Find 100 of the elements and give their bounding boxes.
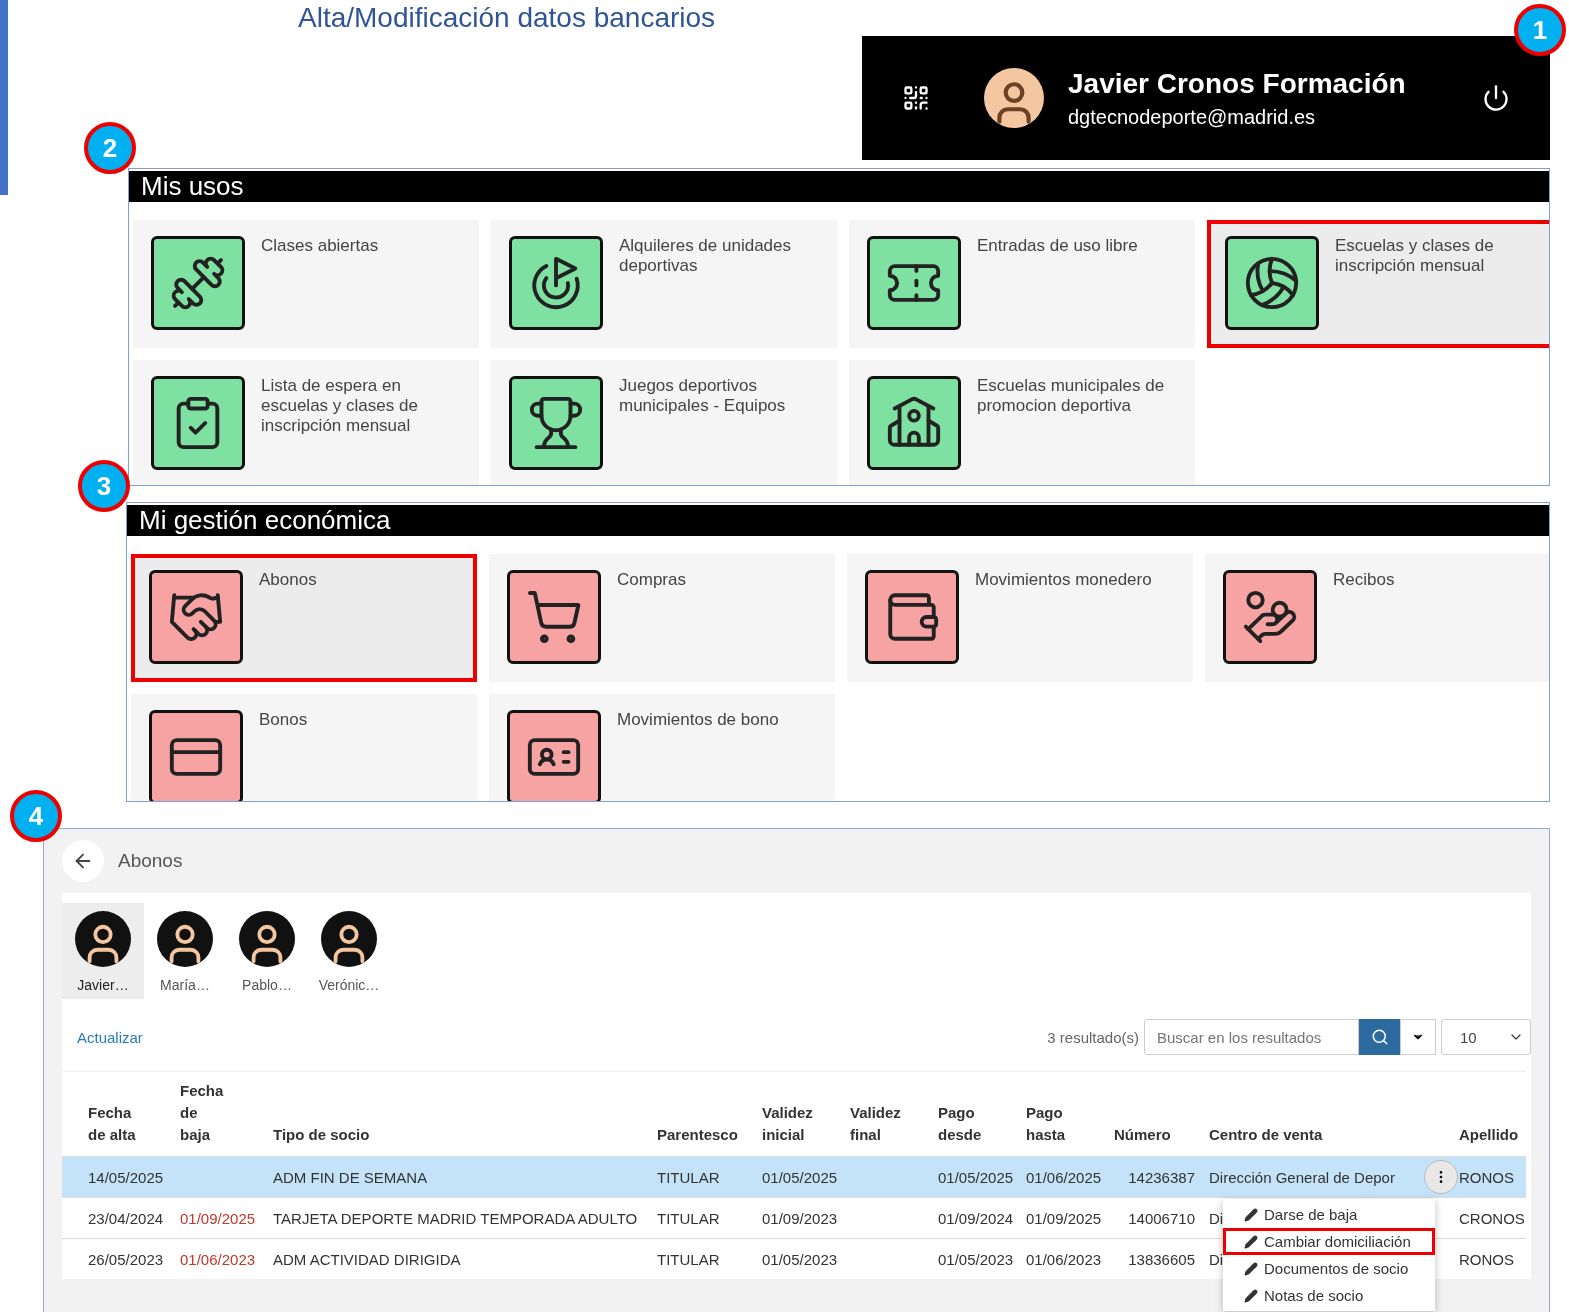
id-card-icon bbox=[507, 710, 601, 801]
section-title: Mis usos bbox=[129, 171, 1549, 202]
tile-label: Movimientos de bono bbox=[617, 710, 779, 731]
menu-tile[interactable]: Bonos bbox=[131, 694, 477, 801]
search-button[interactable] bbox=[1359, 1019, 1400, 1055]
avatar-icon bbox=[239, 911, 295, 967]
pencil-icon bbox=[1244, 1288, 1258, 1303]
table-cell: Di bbox=[1209, 1250, 1224, 1268]
coin-hand-icon bbox=[1223, 570, 1317, 664]
tile-label: Compras bbox=[617, 570, 686, 591]
wallet-icon bbox=[865, 570, 959, 664]
page-title: Alta/Modificación datos bancarios bbox=[298, 2, 716, 35]
qr-code-icon[interactable] bbox=[902, 84, 930, 112]
pencil-icon bbox=[1244, 1207, 1258, 1222]
menu-tile[interactable]: Clases abiertas bbox=[133, 220, 479, 348]
table-cell: 01/05/2025 bbox=[938, 1168, 1014, 1186]
ticket-icon bbox=[867, 236, 961, 330]
goal-icon bbox=[509, 236, 603, 330]
column-header: Número bbox=[1114, 1125, 1171, 1145]
user-name: Javier Cronos Formación bbox=[1068, 67, 1406, 100]
table-cell: 14236387 bbox=[1128, 1168, 1195, 1186]
avatar-icon bbox=[75, 911, 131, 967]
menu-tile[interactable]: Juegos deportivos municipales - Equipos bbox=[491, 360, 837, 485]
column-header: Centro de venta bbox=[1209, 1125, 1323, 1145]
clipboard-icon bbox=[151, 376, 245, 470]
search-field[interactable]: Buscar en los resultados bbox=[1144, 1019, 1359, 1055]
column-header: Fecha de alta bbox=[88, 1103, 137, 1145]
refresh-link[interactable]: Actualizar bbox=[77, 1028, 143, 1046]
tile-label: Alquileres de unidades deportivas bbox=[619, 236, 792, 277]
dumbbell-icon bbox=[151, 236, 245, 330]
menu-tile[interactable]: Compras bbox=[489, 554, 835, 682]
column-header: Pago desde bbox=[938, 1103, 983, 1145]
column-header: Pago hasta bbox=[1026, 1103, 1067, 1145]
avatar-icon bbox=[321, 911, 377, 967]
table-cell: 01/09/2023 bbox=[762, 1209, 838, 1227]
table-cell: ADM ACTIVIDAD DIRIGIDA bbox=[273, 1250, 461, 1268]
column-header: Validez inicial bbox=[762, 1103, 814, 1145]
menu-tile[interactable]: Alquileres de unidades deportivas bbox=[491, 220, 837, 348]
table-cell: 01/06/2025 bbox=[1026, 1168, 1102, 1186]
table-cell: TITULAR bbox=[657, 1250, 720, 1268]
column-header: Apellido bbox=[1459, 1125, 1519, 1145]
menu-item[interactable]: Darse de baja bbox=[1223, 1201, 1435, 1228]
member-tab[interactable]: Javier… bbox=[62, 903, 144, 999]
menu-item[interactable]: Cambiar domiciliación bbox=[1223, 1228, 1435, 1255]
tile-label: Entradas de uso libre bbox=[977, 236, 1138, 257]
power-icon[interactable] bbox=[1482, 84, 1510, 112]
table-cell: Dirección General de Depor bbox=[1209, 1168, 1395, 1186]
tile-label: Escuelas y clases de inscripción mensual bbox=[1335, 236, 1495, 277]
school-icon bbox=[867, 376, 961, 470]
trophy-icon bbox=[509, 376, 603, 470]
avatar-icon bbox=[157, 911, 213, 967]
menu-tile[interactable]: Movimientos de bono bbox=[489, 694, 835, 801]
table-cell: 13836605 bbox=[1128, 1250, 1195, 1268]
pencil-icon bbox=[1244, 1261, 1258, 1276]
menu-item[interactable]: Documentos de socio bbox=[1223, 1255, 1435, 1282]
table-cell: CRONOS bbox=[1459, 1209, 1525, 1227]
tile-label: Clases abiertas bbox=[261, 236, 379, 257]
table-cell: Di bbox=[1209, 1209, 1224, 1227]
table-cell: TITULAR bbox=[657, 1209, 720, 1227]
menu-item[interactable]: Notas de socio bbox=[1223, 1282, 1435, 1309]
menu-tile[interactable]: Lista de espera en escuelas y clases de inscripción mensual bbox=[133, 360, 479, 485]
tile-label: Recibos bbox=[1333, 570, 1395, 591]
table-cell: 01/06/2023 bbox=[1026, 1250, 1102, 1268]
table-cell: 01/05/2023 bbox=[762, 1250, 838, 1268]
back-button[interactable] bbox=[62, 840, 104, 882]
member-tab[interactable]: María… bbox=[144, 903, 226, 999]
table-cell: 01/06/2023 bbox=[180, 1250, 256, 1268]
table-cell: 26/05/2023 bbox=[88, 1250, 164, 1268]
pencil-icon bbox=[1244, 1234, 1258, 1249]
page-size-select[interactable]: 10 bbox=[1441, 1019, 1531, 1055]
menu-tile[interactable]: Movimientos monedero bbox=[847, 554, 1193, 682]
table-cell: 14/05/2025 bbox=[88, 1168, 164, 1186]
table-cell: TARJETA DEPORTE MADRID TEMPORADA ADULTO bbox=[273, 1209, 638, 1227]
tile-label: Juegos deportivos municipales - Equipos bbox=[619, 376, 787, 417]
results-count: 3 resultado(s) bbox=[1047, 1028, 1139, 1046]
section-title: Mi gestión económica bbox=[127, 505, 1549, 536]
menu-tile[interactable]: Escuelas y clases de inscripción mensual bbox=[1207, 220, 1549, 348]
column-header: Parentesco bbox=[657, 1125, 738, 1145]
menu-tile[interactable]: Escuelas municipales de promocion deportiva bbox=[849, 360, 1195, 485]
card-icon bbox=[149, 710, 243, 801]
member-tab[interactable]: Pablo… bbox=[226, 903, 308, 999]
menu-tile[interactable]: Abonos bbox=[131, 554, 477, 682]
step-badge: 4 bbox=[10, 790, 62, 842]
tile-label: Escuelas municipales de promocion deportiva bbox=[977, 376, 1166, 417]
member-tab[interactable]: Verónic… bbox=[308, 903, 390, 999]
table-cell: 01/09/2025 bbox=[1026, 1209, 1102, 1227]
column-header: Fecha de baja bbox=[180, 1081, 225, 1145]
table-cell: 01/09/2024 bbox=[938, 1209, 1014, 1227]
table-cell: ADM FIN DE SEMANA bbox=[273, 1168, 428, 1186]
menu-tile[interactable]: Entradas de uso libre bbox=[849, 220, 1195, 348]
menu-tile[interactable]: Recibos bbox=[1205, 554, 1549, 682]
panel-title: Abonos bbox=[118, 850, 183, 872]
step-badge: 1 bbox=[1514, 4, 1566, 56]
table-cell: 14006710 bbox=[1128, 1209, 1195, 1227]
user-email: dgtecnodeporte@madrid.es bbox=[1068, 105, 1317, 129]
table-cell: 01/05/2025 bbox=[762, 1168, 838, 1186]
avatar-icon bbox=[984, 68, 1044, 128]
cart-icon bbox=[507, 570, 601, 664]
handshake-icon bbox=[149, 570, 243, 664]
tile-label: Abonos bbox=[259, 570, 317, 591]
